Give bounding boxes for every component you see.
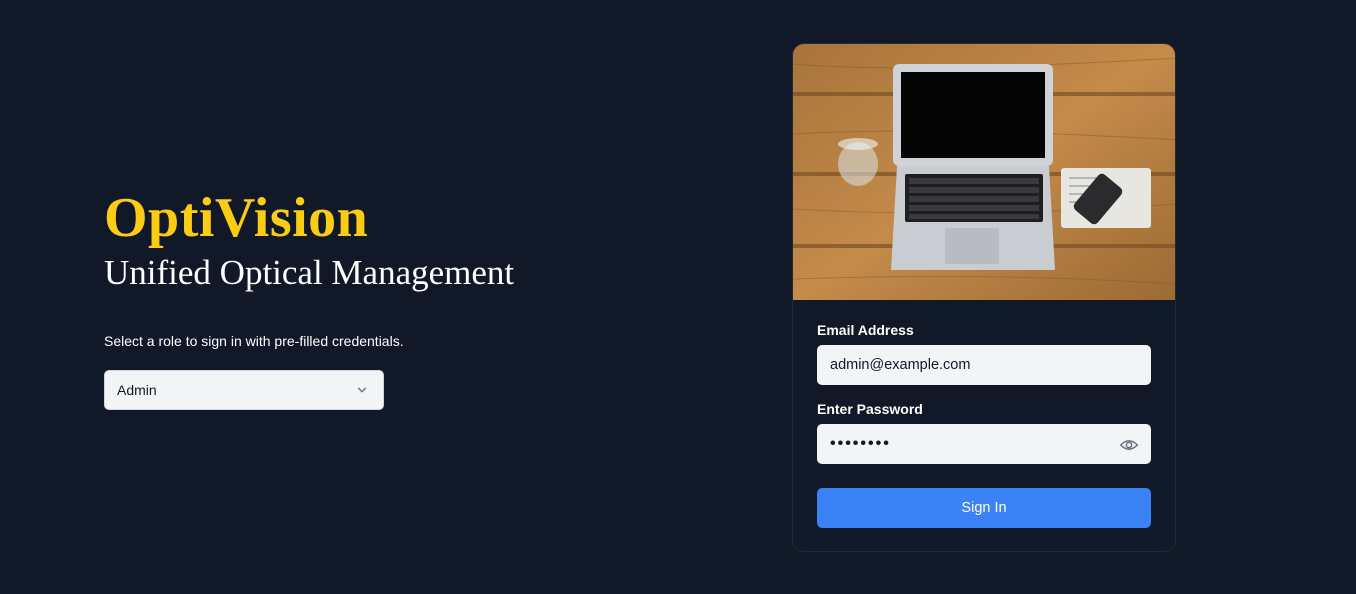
app-title: OptiVision [104, 187, 369, 249]
password-value: •••••••• [830, 435, 891, 452]
chevron-down-icon [357, 387, 367, 393]
email-label: Email Address [817, 322, 914, 338]
sign-in-button[interactable]: Sign In [817, 488, 1151, 528]
laptop-desk-photo [793, 44, 1175, 300]
app-subtitle: Unified Optical Management [104, 253, 515, 292]
password-label: Enter Password [817, 401, 923, 417]
password-field[interactable]: •••••••• [817, 424, 1151, 464]
login-form: Email Address admin@example.com Enter Pa… [817, 322, 1151, 528]
brand-block: OptiVision Unified Optical Management [104, 188, 624, 293]
email-field[interactable]: admin@example.com [817, 345, 1151, 385]
role-select-value: Admin [117, 382, 157, 398]
eye-icon[interactable] [1119, 437, 1139, 453]
role-hint: Select a role to sign in with pre-filled… [104, 333, 404, 349]
email-value: admin@example.com [830, 357, 971, 373]
role-select[interactable]: Admin [104, 370, 384, 410]
login-card: Email Address admin@example.com Enter Pa… [792, 43, 1176, 552]
